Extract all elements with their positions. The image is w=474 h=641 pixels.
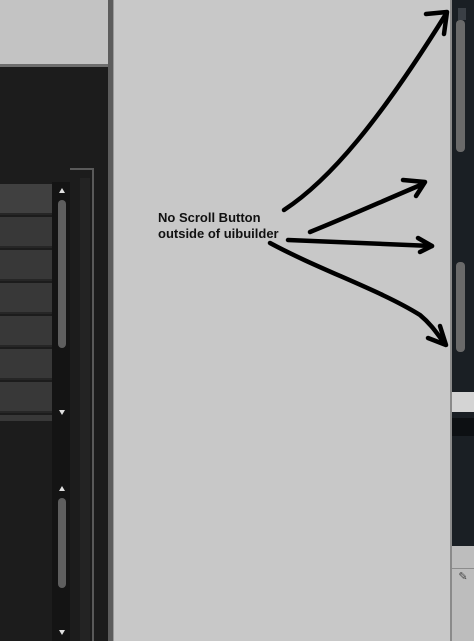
- top-toolbar-strip: [0, 0, 108, 64]
- lower-scrollbar-thumb[interactable]: [58, 498, 66, 588]
- right-panel-block: [452, 418, 474, 436]
- wrench-icon[interactable]: ✎: [452, 569, 474, 585]
- list-item[interactable]: [0, 415, 52, 421]
- list-item[interactable]: [0, 184, 52, 215]
- list-item[interactable]: [0, 316, 52, 347]
- list-item[interactable]: [0, 283, 52, 314]
- panel-rail-bracket: [70, 168, 94, 170]
- scroll-down-arrow-icon[interactable]: [59, 410, 65, 415]
- list-item[interactable]: [0, 217, 52, 248]
- list-item[interactable]: [0, 250, 52, 281]
- annotation-note: No Scroll Button outside of uibuilder: [158, 210, 308, 242]
- list-item[interactable]: [0, 349, 52, 380]
- panel-rail-bracket: [92, 168, 94, 641]
- right-panel-field[interactable]: [452, 392, 474, 412]
- annotation-line-1: No Scroll Button: [158, 210, 261, 225]
- panel-rail: [80, 178, 90, 641]
- uibuilder-canvas: [113, 0, 450, 641]
- list-scrollbar-thumb[interactable]: [58, 200, 66, 348]
- list-item[interactable]: [0, 382, 52, 413]
- right-scrollbar-thumb[interactable]: [456, 262, 465, 352]
- right-scrollbar-thumb[interactable]: [456, 20, 465, 152]
- right-panel-header: [458, 8, 466, 20]
- scroll-down-arrow-icon[interactable]: [59, 630, 65, 635]
- canvas-border: [113, 0, 114, 641]
- right-panel-toolbar: [452, 546, 474, 641]
- annotation-line-2: outside of uibuilder: [158, 226, 279, 241]
- scroll-up-arrow-icon[interactable]: [59, 486, 65, 491]
- scroll-up-arrow-icon[interactable]: [59, 188, 65, 193]
